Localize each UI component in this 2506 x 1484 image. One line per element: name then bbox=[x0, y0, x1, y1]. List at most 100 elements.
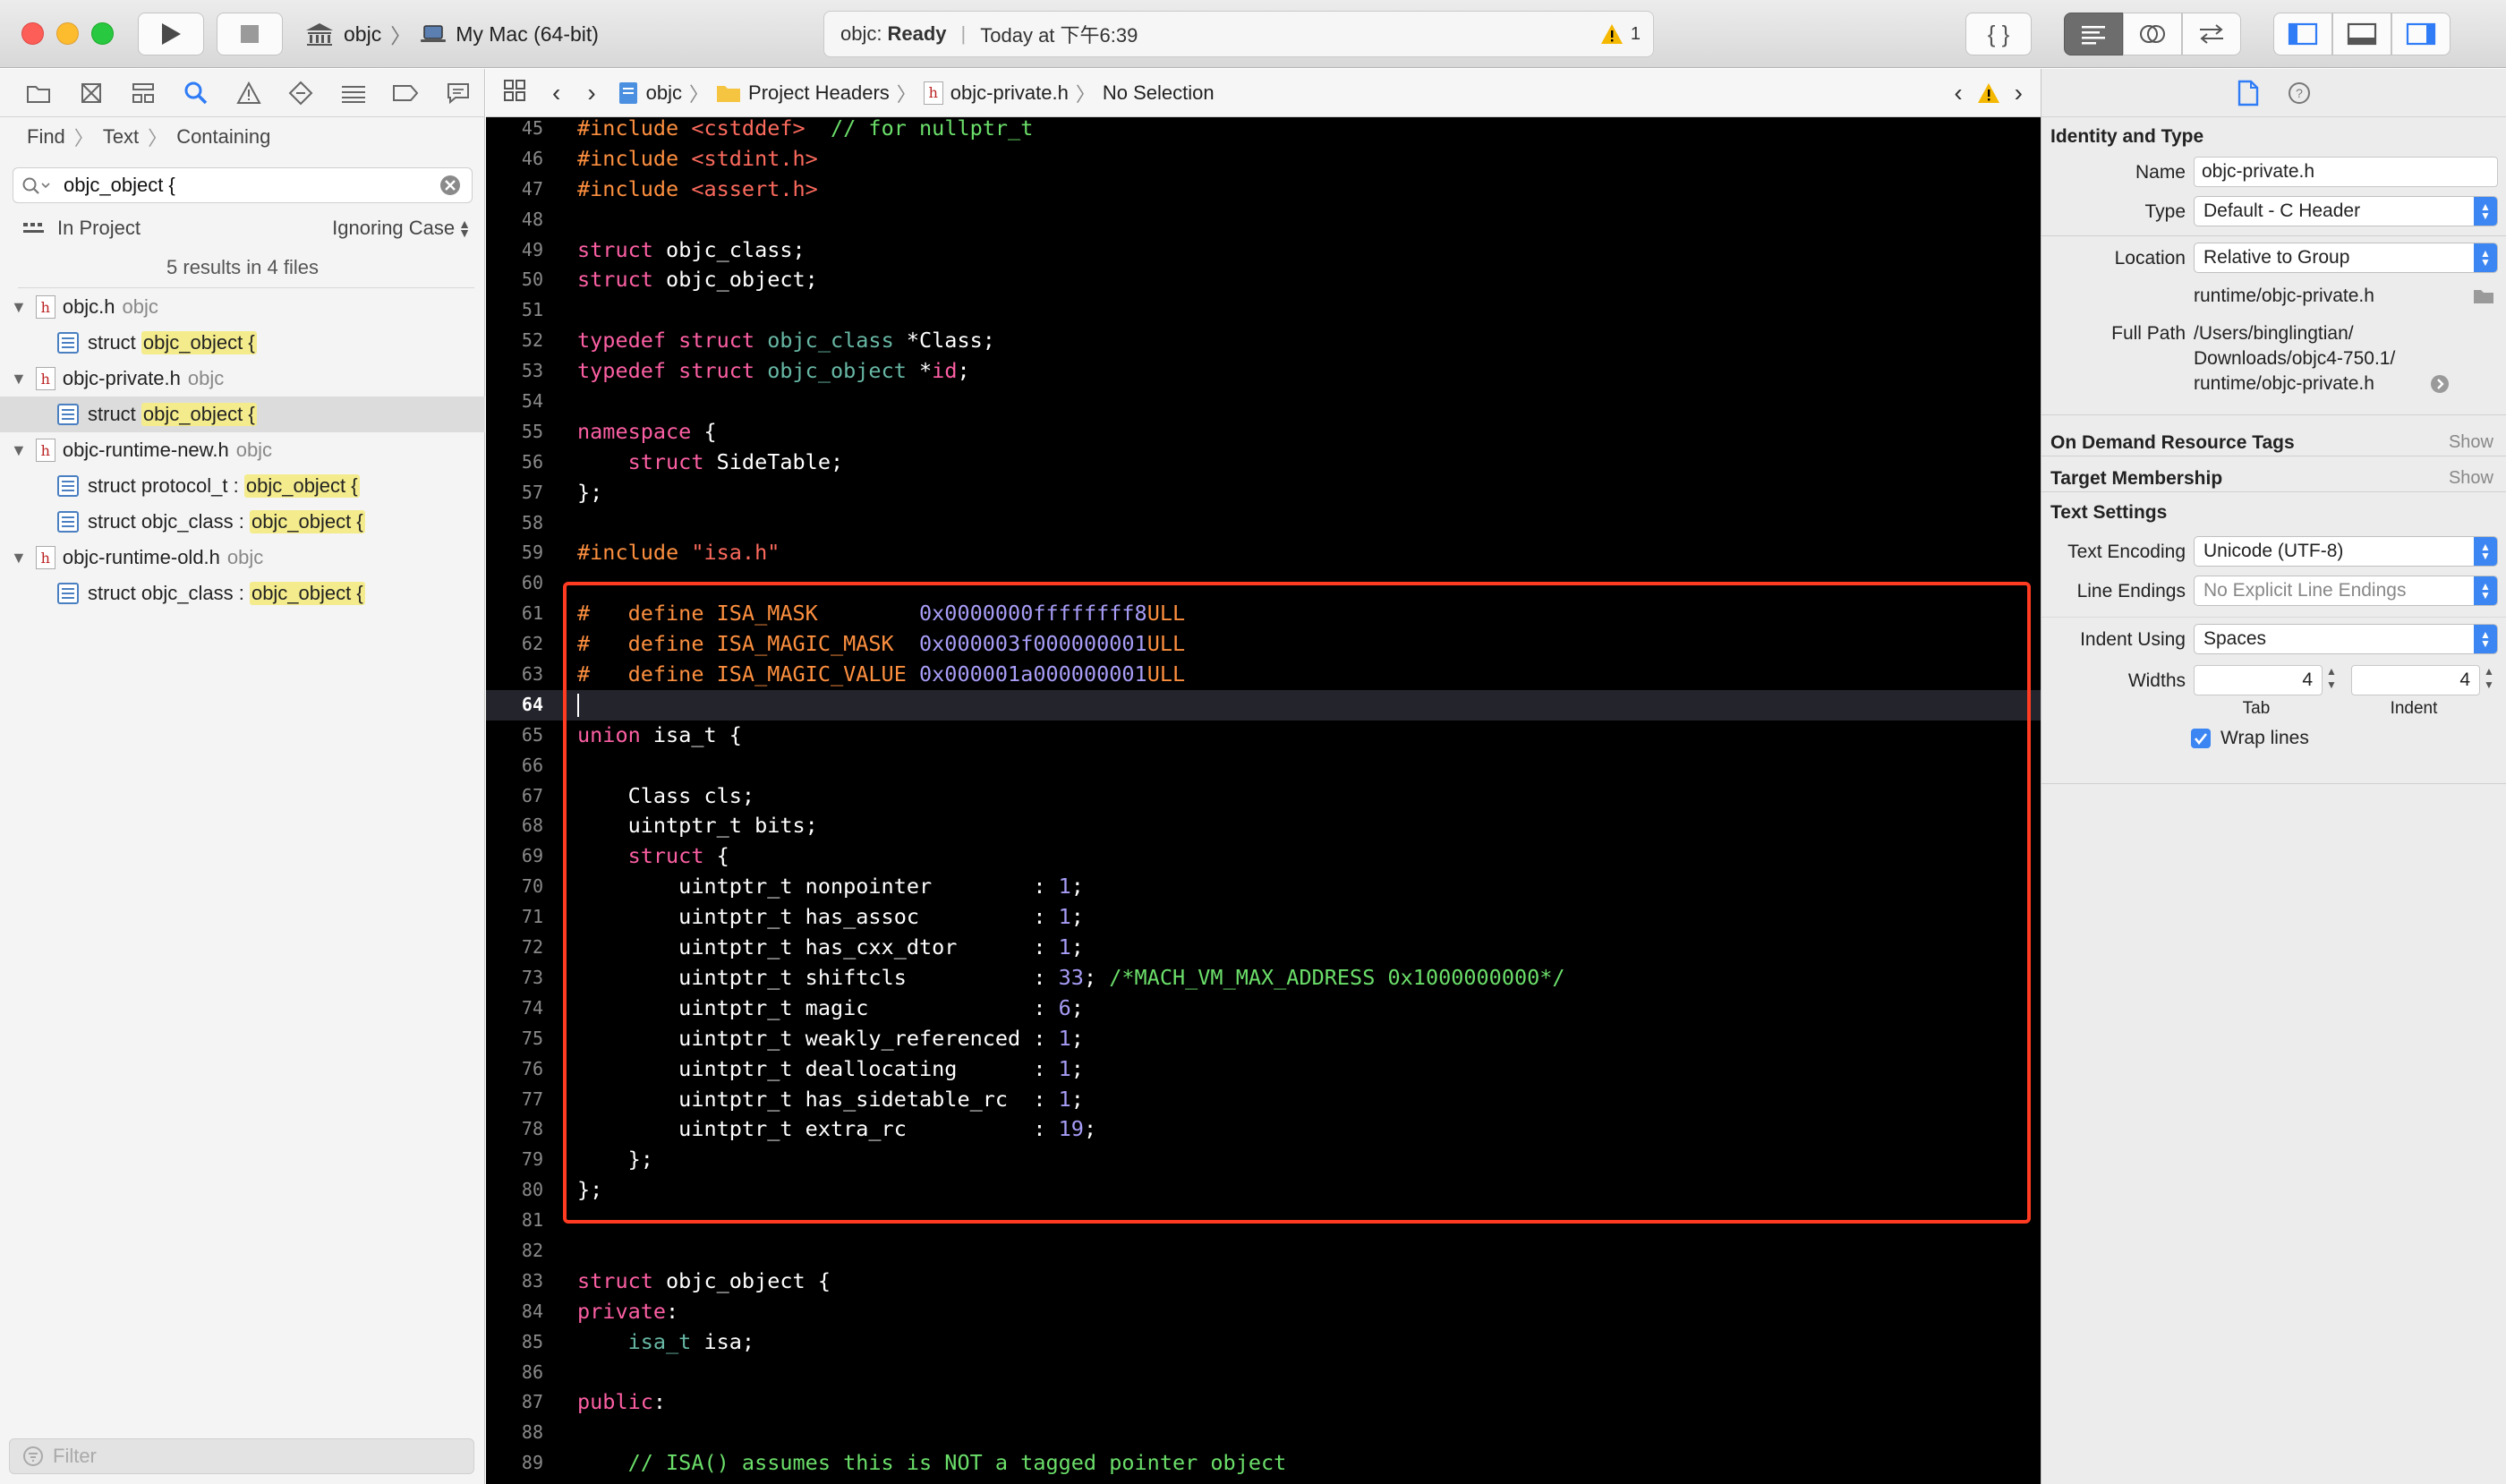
code-line[interactable] bbox=[577, 1418, 2027, 1448]
result-match-row[interactable]: struct protocol_t : objc_object { bbox=[0, 468, 485, 504]
tab-breakpoint-navigator[interactable] bbox=[379, 75, 432, 111]
code-line[interactable]: uintptr_t shiftcls : 33; /*MACH_VM_MAX_A… bbox=[577, 963, 2027, 994]
find-mode-selector[interactable]: Find bbox=[27, 125, 65, 149]
result-file-row[interactable]: ▼ h objc.h objc bbox=[0, 289, 485, 325]
line-number[interactable]: 70 bbox=[486, 872, 558, 902]
toggle-inspector-button[interactable] bbox=[2391, 13, 2451, 55]
related-items-button[interactable] bbox=[502, 78, 527, 108]
previous-issue-button[interactable]: ‹ bbox=[1954, 79, 1962, 107]
disclosure-triangle-icon[interactable]: ▼ bbox=[11, 549, 27, 567]
toggle-debug-area-button[interactable] bbox=[2332, 13, 2391, 55]
line-number[interactable]: 88 bbox=[486, 1418, 558, 1448]
case-sensitivity-selector[interactable]: Ignoring Case ▲ ▼ bbox=[332, 217, 471, 240]
result-file-row[interactable]: ▼ h objc-runtime-new.h objc bbox=[0, 432, 485, 468]
type-popup[interactable]: Default - C Header ▲ ▼ bbox=[2194, 196, 2498, 226]
assistant-editor-button[interactable] bbox=[2123, 13, 2182, 55]
line-number[interactable]: 55 bbox=[486, 417, 558, 448]
standard-editor-button[interactable] bbox=[2064, 13, 2123, 55]
warning-icon[interactable] bbox=[1977, 82, 2000, 104]
result-match-row[interactable]: struct objc_class : objc_object { bbox=[0, 504, 485, 540]
line-number[interactable]: 49 bbox=[486, 235, 558, 266]
tab-issue-navigator[interactable] bbox=[222, 75, 275, 111]
code-line[interactable]: struct objc_object; bbox=[577, 265, 2027, 295]
tab-symbol-navigator[interactable] bbox=[117, 75, 170, 111]
code-line[interactable]: # define ISA_MAGIC_MASK 0x000003f0000000… bbox=[577, 629, 2027, 660]
result-file-row[interactable]: ▼ h objc-runtime-old.h objc bbox=[0, 540, 485, 576]
disclosure-triangle-icon[interactable]: ▼ bbox=[11, 441, 27, 460]
close-window-button[interactable] bbox=[21, 22, 44, 45]
code-text[interactable]: #include <cstddef> // for nullptr_t #incl… bbox=[577, 117, 2027, 1479]
code-line[interactable]: typedef struct objc_object *id; bbox=[577, 356, 2027, 387]
code-line[interactable] bbox=[577, 295, 2027, 326]
odr-show-button[interactable]: Show bbox=[2449, 432, 2493, 453]
line-number[interactable]: 46 bbox=[486, 144, 558, 175]
code-line[interactable]: #include <stdint.h> bbox=[577, 144, 2027, 175]
code-line[interactable]: #include <cstddef> // for nullptr_t bbox=[577, 117, 2027, 144]
line-number[interactable]: 66 bbox=[486, 751, 558, 781]
code-line[interactable]: }; bbox=[577, 1145, 2027, 1175]
result-match-row[interactable]: struct objc_class : objc_object { bbox=[0, 576, 485, 611]
code-line[interactable]: private: bbox=[577, 1297, 2027, 1327]
code-line[interactable] bbox=[577, 1206, 2027, 1236]
line-number[interactable]: 62 bbox=[486, 629, 558, 660]
line-number[interactable]: 83 bbox=[486, 1267, 558, 1297]
result-file-row[interactable]: ▼ h objc-private.h objc bbox=[0, 361, 485, 397]
line-number[interactable]: 64 bbox=[486, 690, 558, 721]
line-number[interactable]: 75 bbox=[486, 1024, 558, 1054]
line-number[interactable]: 80 bbox=[486, 1175, 558, 1206]
code-line[interactable] bbox=[577, 508, 2027, 539]
warning-counter[interactable]: 1 bbox=[1600, 23, 1641, 45]
line-number[interactable]: 59 bbox=[486, 538, 558, 568]
line-number[interactable]: 51 bbox=[486, 295, 558, 326]
crumb-selection[interactable]: No Selection bbox=[1103, 81, 1215, 105]
line-number[interactable]: 50 bbox=[486, 265, 558, 295]
code-line[interactable] bbox=[577, 1236, 2027, 1267]
code-line[interactable]: uintptr_t bits; bbox=[577, 811, 2027, 841]
reveal-in-finder-icon[interactable] bbox=[2430, 374, 2450, 394]
zoom-window-button[interactable] bbox=[91, 22, 114, 45]
code-line[interactable] bbox=[577, 205, 2027, 235]
code-line[interactable]: uintptr_t nonpointer : 1; bbox=[577, 872, 2027, 902]
line-number[interactable]: 56 bbox=[486, 448, 558, 478]
code-line[interactable]: struct objc_object { bbox=[577, 1267, 2027, 1297]
clear-search-icon[interactable] bbox=[439, 175, 461, 196]
line-number[interactable]: 78 bbox=[486, 1114, 558, 1145]
result-match-row[interactable]: struct objc_object { bbox=[0, 325, 485, 361]
code-line[interactable]: Class cls; bbox=[577, 781, 2027, 812]
back-button[interactable]: ‹ bbox=[552, 79, 560, 107]
tab-width-stepper[interactable]: ▲ ▼ bbox=[2326, 665, 2337, 692]
run-button[interactable] bbox=[138, 13, 204, 55]
line-number[interactable]: 74 bbox=[486, 994, 558, 1024]
line-number[interactable]: 61 bbox=[486, 599, 558, 629]
code-line[interactable]: struct { bbox=[577, 841, 2027, 872]
line-number[interactable]: 69 bbox=[486, 841, 558, 872]
source-editor[interactable]: 45 46 47 48 49 50 51 52 53 54 55 56 57 58 59 60 61 62 63 64… bbox=[486, 117, 2041, 1484]
search-field[interactable]: objc_object { bbox=[13, 167, 473, 203]
code-line[interactable]: struct SideTable; bbox=[577, 448, 2027, 478]
line-number[interactable]: 53 bbox=[486, 356, 558, 387]
code-line[interactable]: isa_t isa; bbox=[577, 1327, 2027, 1358]
line-number[interactable]: 72 bbox=[486, 933, 558, 963]
toggle-navigator-button[interactable] bbox=[2273, 13, 2332, 55]
code-line[interactable]: uintptr_t has_sidetable_rc : 1; bbox=[577, 1085, 2027, 1115]
line-number[interactable]: 82 bbox=[486, 1236, 558, 1267]
filter-field[interactable]: Filter bbox=[9, 1438, 474, 1474]
target-show-button[interactable]: Show bbox=[2449, 468, 2493, 489]
code-line[interactable] bbox=[577, 1358, 2027, 1388]
line-number[interactable]: 76 bbox=[486, 1054, 558, 1085]
line-number[interactable]: 58 bbox=[486, 508, 558, 539]
line-number[interactable]: 84 bbox=[486, 1297, 558, 1327]
minimize-window-button[interactable] bbox=[56, 22, 79, 45]
line-endings-popup[interactable]: No Explicit Line Endings ▲ ▼ bbox=[2194, 576, 2498, 606]
code-line[interactable] bbox=[577, 387, 2027, 417]
code-line[interactable]: public: bbox=[577, 1387, 2027, 1418]
line-number[interactable]: 86 bbox=[486, 1358, 558, 1388]
wrap-lines-checkbox[interactable]: Wrap lines bbox=[2190, 728, 2309, 749]
stop-button[interactable] bbox=[217, 13, 283, 55]
tab-project-navigator[interactable] bbox=[13, 75, 65, 111]
line-number[interactable]: 52 bbox=[486, 326, 558, 356]
line-number[interactable]: 57 bbox=[486, 478, 558, 508]
code-line[interactable]: # define ISA_MAGIC_VALUE 0x000001a000000… bbox=[577, 660, 2027, 690]
line-number[interactable]: 63 bbox=[486, 660, 558, 690]
folder-icon[interactable] bbox=[2473, 287, 2494, 305]
